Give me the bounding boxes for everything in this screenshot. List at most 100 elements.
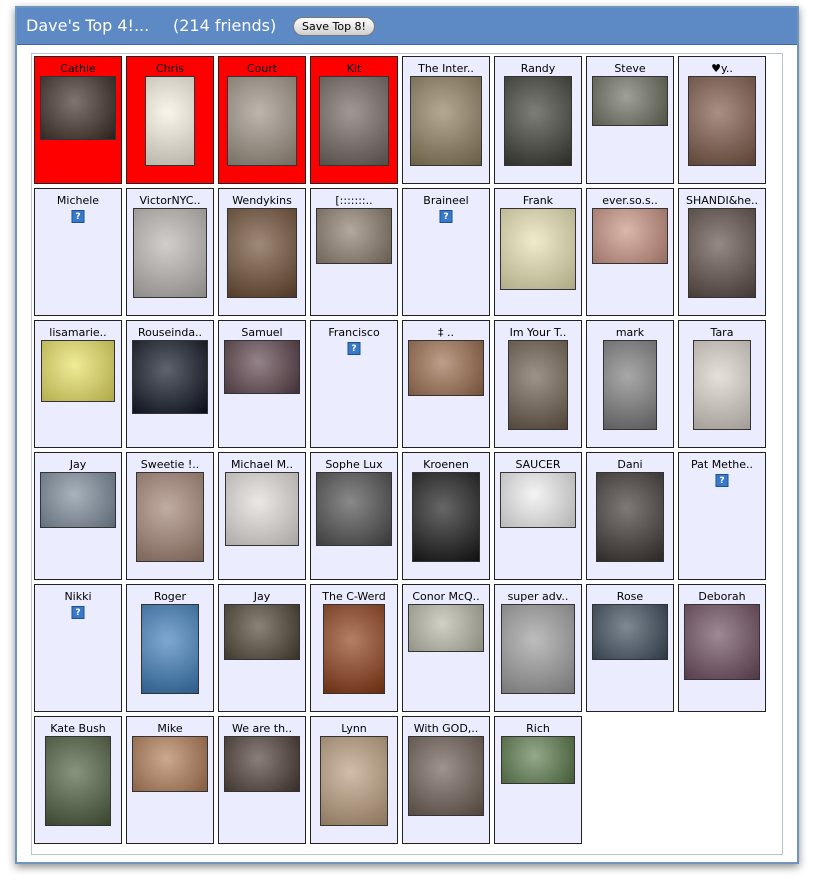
friend-name-link[interactable]: Kit xyxy=(311,63,397,74)
friend-name-link[interactable]: Deborah xyxy=(679,591,765,602)
friend-photo[interactable] xyxy=(508,340,568,430)
friend-card[interactable]: With GOD,.. xyxy=(402,716,490,844)
friend-card[interactable]: Rouseinda.. xyxy=(126,320,214,448)
friend-name-link[interactable]: Frank xyxy=(495,195,581,206)
friend-card[interactable]: The C-Werd xyxy=(310,584,398,712)
friend-card[interactable]: Michele? xyxy=(34,188,122,316)
friend-name-link[interactable]: ♥y.. xyxy=(679,63,765,74)
friend-photo[interactable] xyxy=(136,472,204,562)
question-icon[interactable]: ? xyxy=(439,210,453,223)
friend-name-link[interactable]: Im Your T.. xyxy=(495,327,581,338)
friend-photo[interactable] xyxy=(688,208,756,298)
friend-name-link[interactable]: The C-Werd xyxy=(311,591,397,602)
friend-card[interactable]: Steve xyxy=(586,56,674,184)
friend-card[interactable]: Nikki? xyxy=(34,584,122,712)
friend-photo[interactable] xyxy=(133,208,207,298)
friend-name-link[interactable]: super adv.. xyxy=(495,591,581,602)
friend-photo[interactable] xyxy=(40,472,116,528)
friend-card[interactable]: Tara xyxy=(678,320,766,448)
friend-name-link[interactable]: VictorNYC.. xyxy=(127,195,213,206)
friend-card[interactable]: SAUCER xyxy=(494,452,582,580)
friend-photo[interactable] xyxy=(500,472,576,528)
friend-card[interactable]: Sophe Lux xyxy=(310,452,398,580)
friend-name-link[interactable]: Michael M.. xyxy=(219,459,305,470)
friend-photo[interactable] xyxy=(316,208,392,264)
friend-name-link[interactable]: Conor McQ.. xyxy=(403,591,489,602)
friend-name-link[interactable]: Lynn xyxy=(311,723,397,734)
friend-card[interactable]: [:::::::.. xyxy=(310,188,398,316)
friend-card[interactable]: Dani xyxy=(586,452,674,580)
friend-name-link[interactable]: Mike xyxy=(127,723,213,734)
friend-name-link[interactable]: Rich xyxy=(495,723,581,734)
friend-photo[interactable] xyxy=(592,604,668,660)
friend-card[interactable]: Conor McQ.. xyxy=(402,584,490,712)
friend-name-link[interactable]: Randy xyxy=(495,63,581,74)
friend-photo[interactable] xyxy=(410,76,482,166)
friend-name-link[interactable]: Court xyxy=(219,63,305,74)
friend-card[interactable]: ‡ .. xyxy=(402,320,490,448)
friend-card[interactable]: Jay xyxy=(34,452,122,580)
friend-photo[interactable] xyxy=(688,76,756,166)
friend-card[interactable]: Randy xyxy=(494,56,582,184)
friend-name-link[interactable]: Rose xyxy=(587,591,673,602)
friend-photo[interactable] xyxy=(41,340,115,402)
friend-card[interactable]: SHANDI&he.. xyxy=(678,188,766,316)
friend-card[interactable]: We are th.. xyxy=(218,716,306,844)
friend-photo[interactable] xyxy=(603,340,657,430)
question-icon[interactable]: ? xyxy=(71,210,85,223)
friend-card[interactable]: ever.so.s.. xyxy=(586,188,674,316)
friend-name-link[interactable]: Kroenen xyxy=(403,459,489,470)
friend-card[interactable]: Kroenen xyxy=(402,452,490,580)
friend-card[interactable]: lisamarie.. xyxy=(34,320,122,448)
friend-card[interactable]: Jay xyxy=(218,584,306,712)
friend-card[interactable]: Sweetie !.. xyxy=(126,452,214,580)
friend-card[interactable]: Lynn xyxy=(310,716,398,844)
friend-name-link[interactable]: Francisco xyxy=(311,327,397,338)
friend-name-link[interactable]: Nikki xyxy=(35,591,121,602)
question-icon[interactable]: ? xyxy=(715,474,729,487)
friend-name-link[interactable]: SAUCER xyxy=(495,459,581,470)
friend-photo[interactable] xyxy=(592,208,668,264)
friend-photo[interactable] xyxy=(592,76,668,126)
friend-card[interactable]: Im Your T.. xyxy=(494,320,582,448)
friend-card[interactable]: Roger xyxy=(126,584,214,712)
friend-name-link[interactable]: Tara xyxy=(679,327,765,338)
friend-photo[interactable] xyxy=(40,76,116,140)
friend-name-link[interactable]: Samuel xyxy=(219,327,305,338)
friend-name-link[interactable]: With GOD,.. xyxy=(403,723,489,734)
friend-name-link[interactable]: ever.so.s.. xyxy=(587,195,673,206)
friend-name-link[interactable]: Pat Methe.. xyxy=(679,459,765,470)
friend-card[interactable]: Francisco? xyxy=(310,320,398,448)
friend-card[interactable]: Frank xyxy=(494,188,582,316)
friend-name-link[interactable]: Braineel xyxy=(403,195,489,206)
friend-card[interactable]: The Inter.. xyxy=(402,56,490,184)
friend-photo[interactable] xyxy=(227,76,297,166)
friend-photo[interactable] xyxy=(225,472,299,546)
friend-name-link[interactable]: Dani xyxy=(587,459,673,470)
friend-card[interactable]: VictorNYC.. xyxy=(126,188,214,316)
friend-name-link[interactable]: ‡ .. xyxy=(403,327,489,338)
friend-name-link[interactable]: mark xyxy=(587,327,673,338)
friend-name-link[interactable]: Jay xyxy=(219,591,305,602)
friend-photo[interactable] xyxy=(132,340,208,414)
friend-name-link[interactable]: Chris xyxy=(127,63,213,74)
friend-card[interactable]: Pat Methe..? xyxy=(678,452,766,580)
friend-card[interactable]: Michael M.. xyxy=(218,452,306,580)
friend-card[interactable]: Court xyxy=(218,56,306,184)
friend-card[interactable]: Rich xyxy=(494,716,582,844)
friend-card[interactable]: Kit xyxy=(310,56,398,184)
friend-photo[interactable] xyxy=(501,736,575,784)
question-icon[interactable]: ? xyxy=(347,342,361,355)
friend-name-link[interactable]: Cathie xyxy=(35,63,121,74)
friend-photo[interactable] xyxy=(596,472,664,562)
friend-card[interactable]: Mike xyxy=(126,716,214,844)
friend-photo[interactable] xyxy=(408,736,484,816)
friend-name-link[interactable]: The Inter.. xyxy=(403,63,489,74)
friend-name-link[interactable]: We are th.. xyxy=(219,723,305,734)
friend-photo[interactable] xyxy=(408,604,484,652)
friend-photo[interactable] xyxy=(501,604,575,694)
friend-card[interactable]: super adv.. xyxy=(494,584,582,712)
friend-photo[interactable] xyxy=(141,604,199,694)
friend-name-link[interactable]: Wendykins xyxy=(219,195,305,206)
friend-name-link[interactable]: [:::::::.. xyxy=(311,195,397,206)
